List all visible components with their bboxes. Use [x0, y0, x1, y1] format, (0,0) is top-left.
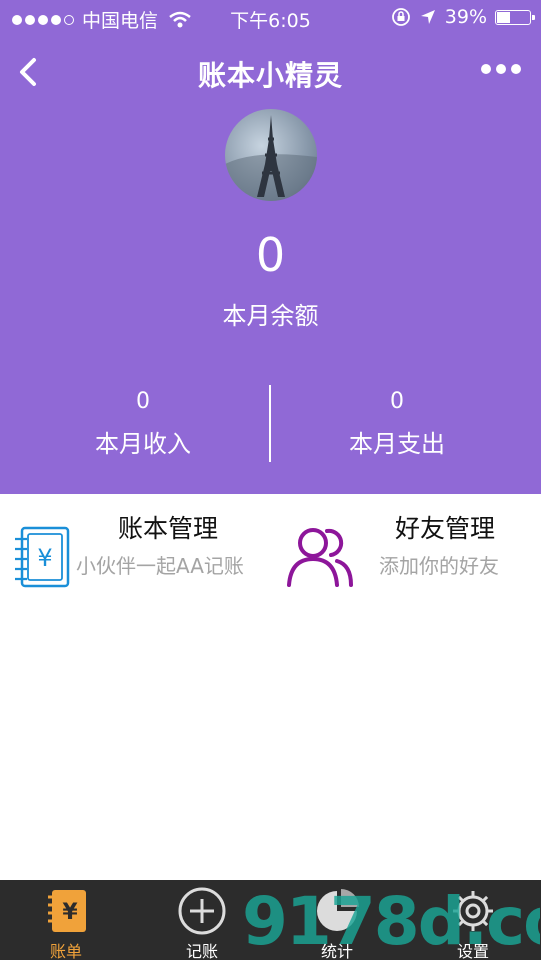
friends-icon: [287, 528, 353, 587]
tab-bills[interactable]: ¥ 账单: [16, 880, 116, 961]
expense-stat[interactable]: 0 本月支出: [262, 386, 532, 459]
more-icon[interactable]: [481, 64, 521, 74]
profile-header: 中国电信 下午6:05 39% 账本小精灵 0 本月余额 0 本月收入 0 本月…: [0, 0, 541, 494]
plus-circle-icon: [178, 887, 226, 935]
tab-statistics-label: 统计: [320, 942, 353, 961]
status-bar: 中国电信 下午6:05 39%: [0, 0, 541, 36]
yen-bill-icon: ¥: [48, 890, 86, 932]
gear-icon: [453, 891, 493, 931]
eiffel-tower-icon: [225, 115, 317, 201]
ledger-card-subtitle: 小伙伴一起AA记账: [76, 554, 244, 578]
battery-level: [497, 11, 511, 23]
orientation-lock-icon: [391, 8, 410, 26]
income-value: 0: [136, 389, 150, 414]
tab-statistics[interactable]: 统计: [287, 880, 387, 961]
tab-bar: ¥ 账单 记账 统计 设置: [0, 880, 541, 961]
balance-label: 本月余额: [222, 302, 319, 330]
tab-settings[interactable]: 设置: [423, 880, 523, 961]
expense-label: 本月支出: [349, 430, 445, 458]
svg-text:¥: ¥: [37, 544, 52, 572]
tab-bills-label: 账单: [49, 942, 82, 961]
income-stat[interactable]: 0 本月收入: [8, 386, 278, 459]
expense-value: 0: [390, 389, 404, 414]
income-label: 本月收入: [95, 430, 191, 458]
ledger-card-title: 账本管理: [118, 514, 219, 543]
friend-management-card[interactable]: 好友管理 添加你的好友: [285, 505, 535, 587]
tab-record-label: 记账: [185, 942, 218, 961]
friends-card-subtitle: 添加你的好友: [379, 554, 499, 578]
tab-settings-label: 设置: [456, 942, 489, 961]
tab-record[interactable]: 记账: [152, 880, 252, 961]
navigation-bar: 账本小精灵: [0, 44, 541, 100]
battery-icon: [495, 9, 535, 25]
chart-icon: [317, 889, 359, 931]
battery-percent: 39%: [444, 6, 487, 28]
location-arrow-icon: [420, 10, 435, 24]
friends-card-title: 好友管理: [395, 514, 496, 543]
ledger-book-icon: ¥: [15, 526, 70, 588]
svg-text:¥: ¥: [62, 900, 78, 925]
avatar[interactable]: [225, 109, 317, 201]
page-title: 账本小精灵: [197, 59, 343, 92]
ledger-management-card[interactable]: ¥ 账本管理 小伙伴一起AA记账: [10, 505, 270, 588]
balance-value: 0: [255, 228, 286, 282]
